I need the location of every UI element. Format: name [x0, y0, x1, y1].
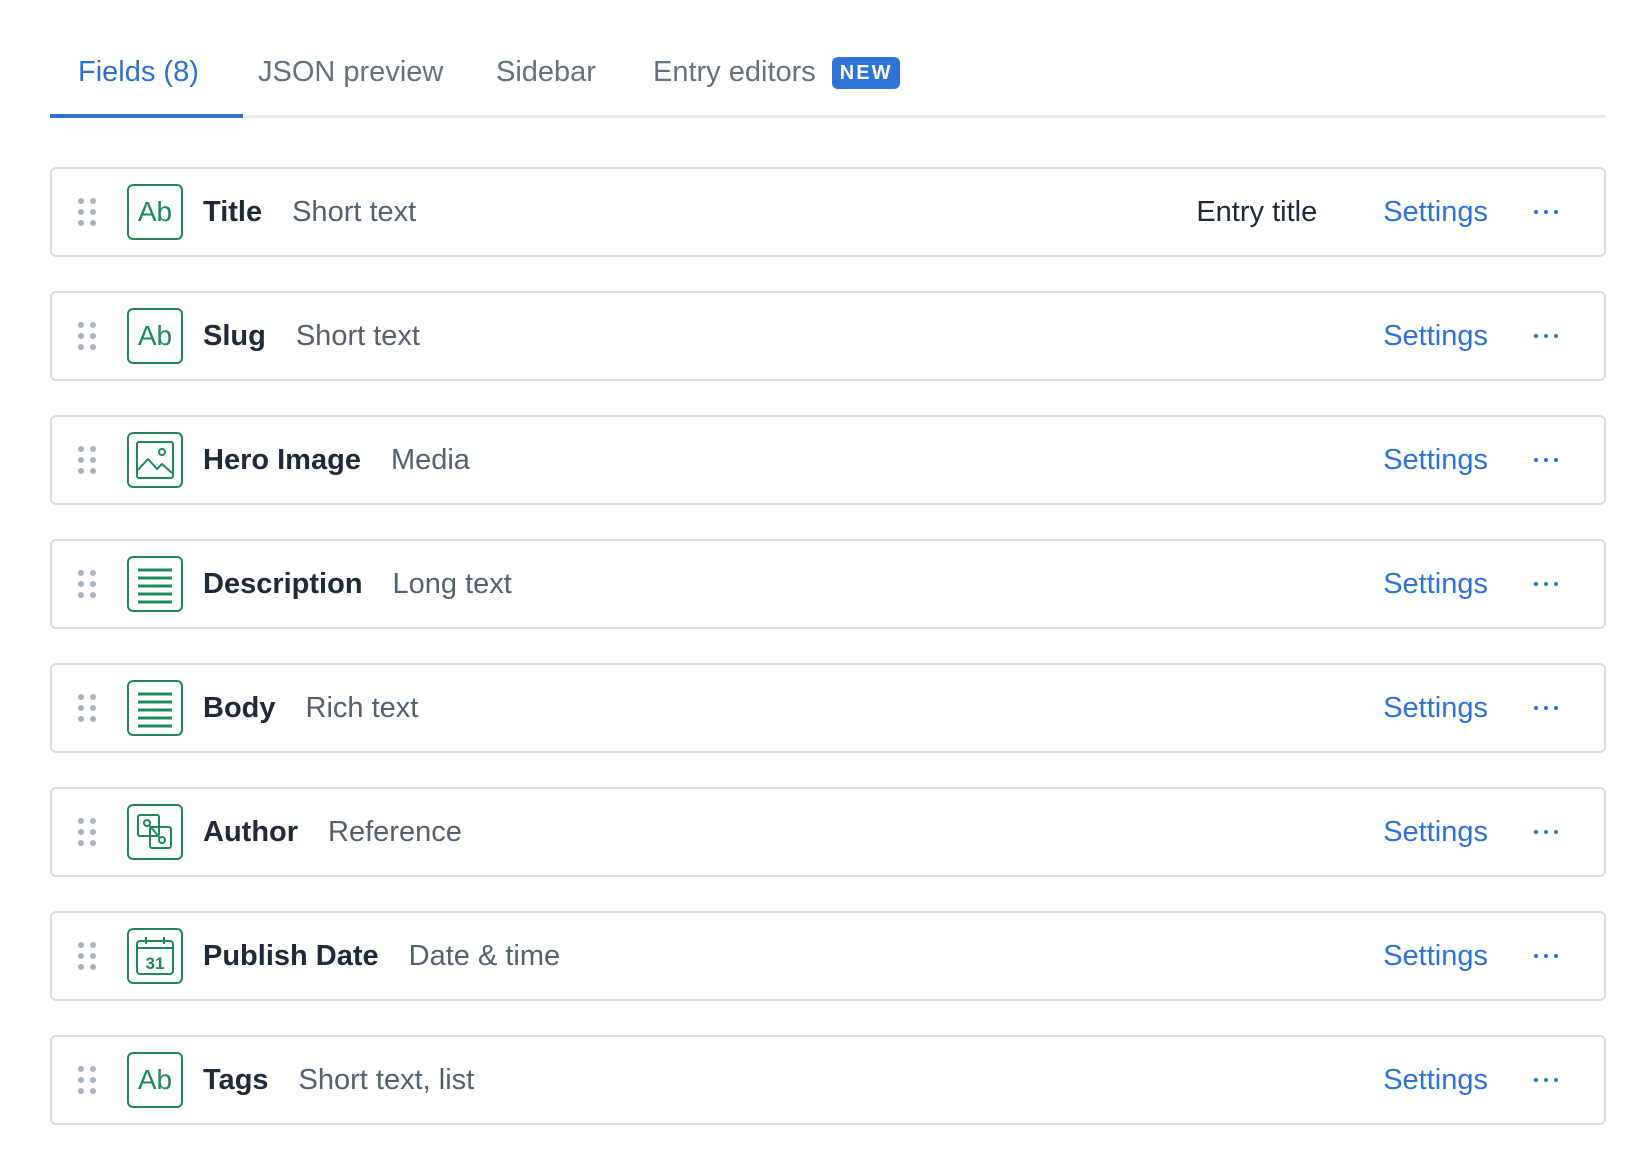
short-text-icon: Ab [127, 308, 183, 364]
field-row-publish-date: 31 Publish Date Date & time Settings [50, 911, 1606, 1001]
tab-json-preview[interactable]: JSON preview [258, 30, 443, 115]
more-options-icon[interactable] [1528, 941, 1564, 971]
field-list: Ab Title Short text Entry title Settings… [50, 167, 1606, 1159]
field-row-author: Author Reference Settings [50, 787, 1606, 877]
settings-button[interactable]: Settings [1383, 692, 1488, 725]
field-row-title: Ab Title Short text Entry title Settings [50, 167, 1606, 257]
field-type: Long text [392, 567, 512, 600]
more-options-icon[interactable] [1528, 321, 1564, 351]
field-row-hero-image: Hero Image Media Settings [50, 415, 1606, 505]
field-row-body: Body Rich text Settings [50, 663, 1606, 753]
tab-entry-editors[interactable]: Entry editors NEW [653, 30, 901, 115]
field-row-description: Description Long text Settings [50, 539, 1606, 629]
more-options-icon[interactable] [1528, 1065, 1564, 1095]
drag-handle-icon[interactable] [78, 570, 96, 598]
field-name: Hero Image [203, 443, 361, 476]
settings-button[interactable]: Settings [1383, 940, 1488, 973]
tab-fields[interactable]: Fields (8) [78, 30, 199, 115]
field-name: Tags [203, 1063, 269, 1096]
field-name: Author [203, 815, 299, 848]
field-type: Short text [292, 195, 417, 228]
calendar-icon: 31 [127, 928, 183, 984]
settings-button[interactable]: Settings [1383, 444, 1488, 477]
entry-title-label: Entry title [1196, 195, 1318, 228]
more-options-icon[interactable] [1528, 693, 1564, 723]
more-options-icon[interactable] [1528, 569, 1564, 599]
drag-handle-icon[interactable] [78, 1066, 96, 1094]
settings-button[interactable]: Settings [1383, 320, 1488, 353]
drag-handle-icon[interactable] [78, 818, 96, 846]
short-text-icon-label: Ab [137, 196, 173, 227]
long-text-icon [127, 556, 183, 612]
settings-button[interactable]: Settings [1383, 568, 1488, 601]
rich-text-icon [127, 680, 183, 736]
tab-entry-editors-label: Entry editors [653, 56, 816, 88]
calendar-day-text: 31 [146, 954, 165, 973]
reference-icon [127, 804, 183, 860]
settings-button[interactable]: Settings [1383, 196, 1488, 229]
tab-bar: Fields (8) JSON preview Sidebar Entry ed… [50, 30, 1606, 118]
drag-handle-icon[interactable] [78, 198, 96, 226]
field-name: Title [203, 195, 263, 228]
drag-handle-icon[interactable] [78, 322, 96, 350]
tab-sidebar-label: Sidebar [496, 56, 596, 88]
short-text-icon: Ab [127, 184, 183, 240]
field-name: Description [203, 567, 363, 600]
short-text-icon: Ab [127, 1052, 183, 1108]
drag-handle-icon[interactable] [78, 446, 96, 474]
field-row-slug: Ab Slug Short text Settings [50, 291, 1606, 381]
settings-button[interactable]: Settings [1383, 1064, 1488, 1097]
field-name: Slug [203, 319, 266, 352]
field-name: Publish Date [203, 939, 379, 972]
active-tab-indicator [50, 114, 243, 118]
more-options-icon[interactable] [1528, 817, 1564, 847]
drag-handle-icon[interactable] [78, 942, 96, 970]
tab-sidebar[interactable]: Sidebar [496, 30, 596, 115]
more-options-icon[interactable] [1528, 445, 1564, 475]
short-text-icon-label: Ab [137, 1064, 173, 1095]
field-type: Reference [328, 815, 462, 848]
field-name: Body [203, 691, 276, 724]
field-type: Date & time [408, 939, 561, 972]
tab-fields-label: Fields (8) [78, 56, 199, 88]
field-row-tags: Ab Tags Short text, list Settings [50, 1035, 1606, 1125]
more-options-icon[interactable] [1528, 197, 1564, 227]
field-type: Rich text [305, 691, 419, 724]
new-badge: NEW [831, 56, 901, 89]
field-type: Short text, list [298, 1063, 475, 1096]
media-icon [127, 432, 183, 488]
field-type: Short text [295, 319, 420, 352]
tab-json-preview-label: JSON preview [258, 56, 444, 88]
drag-handle-icon[interactable] [78, 694, 96, 722]
settings-button[interactable]: Settings [1383, 816, 1488, 849]
field-type: Media [390, 443, 470, 476]
short-text-icon-label: Ab [137, 320, 173, 351]
